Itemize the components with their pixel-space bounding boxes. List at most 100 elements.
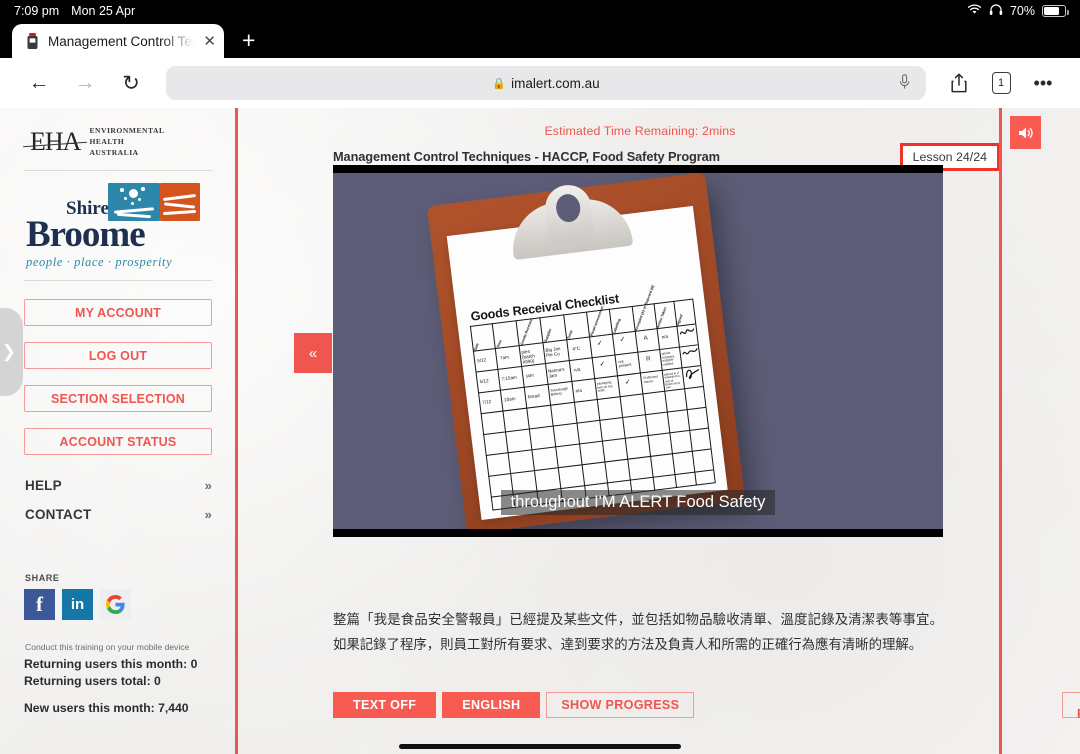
chevron-right-icon: » [204, 507, 212, 523]
signature-mark [685, 368, 700, 380]
sidebar-divider-2 [24, 280, 212, 282]
estimated-time-remaining: Estimated Time Remaining: 2mins [544, 124, 736, 138]
share-section-label: SHARE [25, 573, 60, 584]
sidebar-item-contact[interactable]: CONTACT » [24, 500, 212, 529]
sidebar-item-help-label: HELP [25, 478, 62, 494]
stat-returning-total: Returning users total: 0 [24, 673, 161, 688]
checklist-cell: n/a [661, 333, 669, 340]
checklist-cell: 7:15am [501, 374, 518, 382]
lock-icon: 🔒 [492, 77, 507, 90]
my-account-button[interactable]: MY ACCOUNT [24, 299, 212, 327]
checklist-cell: 5/12 [476, 357, 487, 364]
reload-icon[interactable]: ↻ [108, 66, 154, 100]
video-player[interactable]: Goods Receival Checklist Date Time Goods… [333, 165, 943, 537]
checklist-cell: bread [527, 392, 540, 400]
sidebar-pull-tab[interactable]: ❯ [0, 308, 23, 396]
url-bar[interactable]: 🔒 imalert.com.au [166, 66, 926, 100]
home-indicator [399, 744, 681, 749]
microphone-icon[interactable] [899, 73, 910, 93]
checklist-cell: 7am [499, 354, 510, 361]
clipboard-clip-ring [542, 182, 596, 246]
checklist-cell: R [645, 356, 651, 363]
url-text-wrap: 🔒 imalert.com.au [492, 76, 599, 91]
signature-mark [679, 328, 695, 335]
checklist-cell: 10am [503, 395, 516, 403]
broome-logo-tagline: people · place · prosperity [26, 255, 173, 270]
eha-logo-words: ENVIRONMENTAL HEALTH AUSTRALIA [89, 126, 164, 158]
checklist-cell: Nanna's Jam [547, 366, 565, 379]
share-button[interactable] [938, 66, 980, 100]
site-favicon [26, 33, 39, 49]
chevron-right-icon: » [204, 478, 212, 494]
text-off-button[interactable]: TEXT OFF [333, 692, 437, 718]
linkedin-icon[interactable]: in [62, 589, 93, 621]
save-progress-button[interactable]: SAVE PROGRESS [1062, 692, 1080, 721]
checklist-cell: 7/12 [481, 398, 492, 405]
lesson-paragraph: 整篇「我是食品安全警報員」已經提及某些文件，並包括如物品驗收清單、溫度記錄及清潔… [333, 612, 943, 652]
account-status-button[interactable]: ACCOUNT STATUS [24, 428, 212, 456]
checklist-cell: 4°C [572, 345, 581, 352]
back-icon[interactable]: ← [16, 66, 62, 100]
checklist-cell: R effected loaves [643, 374, 659, 384]
battery-icon [1042, 5, 1069, 17]
eha-logo-mark: EHA [30, 127, 81, 157]
shire-of-broome-logo: Shire of Broome people · place · prosper… [24, 179, 212, 280]
more-options-icon[interactable]: ••• [1022, 66, 1064, 100]
video-frame: Goods Receival Checklist Date Time Goods… [333, 173, 943, 529]
checklist-cell: pies (batch #999) [521, 348, 536, 365]
checklist-cell: n/a [573, 366, 581, 373]
section-selection-button[interactable]: SECTION SELECTION [24, 385, 212, 413]
new-tab-button[interactable]: + [242, 27, 255, 54]
english-button[interactable]: ENGLISH [442, 692, 541, 718]
clipboard-clip-hole [554, 192, 582, 224]
checklist-cell: n/a [575, 387, 583, 394]
page-sidebar: EHA ENVIRONMENTAL HEALTH AUSTRALIA Shire… [0, 108, 236, 754]
status-date: Mon 25 Apr [71, 4, 136, 18]
checklist-cell: packaging torn on top crate [596, 380, 613, 393]
checklist-col-action: Action Taken [655, 306, 668, 329]
broome-badge-icon [108, 183, 200, 222]
browser-tab-title: Management Control Tec [48, 33, 195, 49]
show-progress-button[interactable]: SHOW PROGRESS [546, 692, 695, 718]
status-bar-left: 7:09 pm Mon 25 Apr [14, 4, 135, 18]
wifi-icon [967, 4, 982, 18]
clipboard-graphic: Goods Receival Checklist Date Time Goods… [426, 173, 746, 529]
chevron-right-icon: ❯ [1, 342, 16, 361]
screen-root: 7:09 pm Mon 25 Apr 70% Management Contro… [0, 0, 1080, 754]
sidebar-divider-1 [24, 170, 212, 172]
sidebar-red-divider [235, 108, 238, 754]
close-icon[interactable]: ✕ [203, 34, 216, 49]
browser-tab[interactable]: Management Control Tec ✕ [12, 24, 224, 58]
log-out-button[interactable]: LOG OUT [24, 342, 212, 370]
collapse-sidebar-button[interactable]: « [294, 333, 332, 373]
checklist-cell: placed in 2 wheelie bin, rest of batch o… [663, 370, 681, 390]
speaker-icon[interactable] [1010, 116, 1041, 149]
checklist-cell: jam [526, 372, 535, 379]
sidebar-item-help[interactable]: HELP » [24, 471, 212, 500]
eha-line-3: AUSTRALIA [89, 147, 139, 157]
broome-logo-main: Broome [26, 214, 146, 256]
web-page-viewport: EHA ENVIRONMENTAL HEALTH AUSTRALIA Shire… [0, 108, 1080, 754]
status-bar-right: 70% [967, 3, 1069, 19]
eha-line-2: HEALTH [89, 136, 125, 146]
battery-percent: 70% [1009, 4, 1035, 18]
eha-logo: EHA ENVIRONMENTAL HEALTH AUSTRALIA [24, 122, 212, 170]
browser-toolbar: ← → ↻ 🔒 imalert.com.au 1 ••• [0, 58, 1080, 108]
forward-icon[interactable]: → [62, 66, 108, 100]
stat-returning-month: Returning users this month: 0 [24, 657, 198, 672]
lesson-action-buttons: TEXT OFF ENGLISH SHOW PROGRESS [333, 692, 695, 718]
tab-count-button[interactable]: 1 [980, 66, 1022, 100]
tab-count-label: 1 [991, 72, 1011, 94]
checklist-cell: ✓ [619, 336, 626, 344]
video-caption-bar: throughout I'M ALERT Food Safety [333, 483, 943, 521]
checklist-sheet: Goods Receival Checklist Date Time Goods… [446, 205, 728, 520]
checklist-cell: Sourdough Bakery [550, 386, 569, 397]
signature-mark [682, 348, 698, 355]
google-icon[interactable] [100, 589, 131, 621]
checklist-cell: goods returned, supplier notified [661, 350, 676, 367]
browser-tab-strip: Management Control Tec ✕ + [0, 22, 1080, 58]
facebook-icon[interactable]: f [24, 589, 55, 621]
checklist-cell: Big Jim Pie Co [545, 346, 561, 358]
ios-status-bar: 7:09 pm Mon 25 Apr 70% [0, 0, 1080, 22]
checklist-cell: not present [618, 359, 632, 369]
